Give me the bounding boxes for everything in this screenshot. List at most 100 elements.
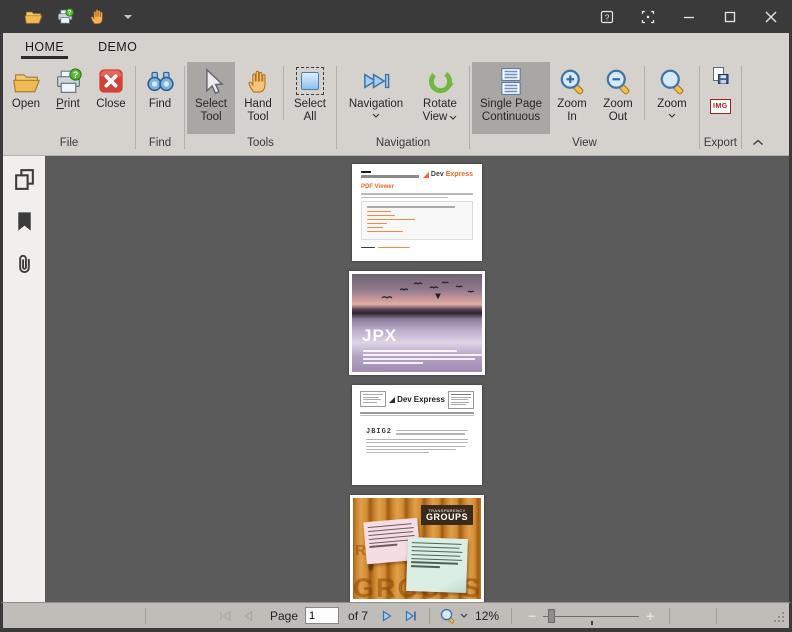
select-tool-button[interactable]: Select Tool — [187, 62, 235, 134]
rotate-view-label: Rotate View — [415, 98, 465, 123]
zoom-out-slider-button[interactable]: − — [528, 609, 536, 623]
zoom-in-button[interactable]: Zoom In — [550, 62, 594, 134]
attachments-icon[interactable] — [11, 250, 37, 276]
page2-title: JPX — [362, 326, 397, 346]
zoom-slider-track[interactable] — [543, 616, 639, 617]
devexpress-logo: DevExpress — [423, 171, 473, 178]
statusbar-separator — [511, 608, 512, 624]
svg-text:?: ? — [72, 69, 78, 79]
ribbon-group-find: Find Find — [138, 60, 182, 155]
cursor-arrow-icon — [197, 65, 225, 97]
print-button[interactable]: ? Print — [47, 62, 89, 134]
display-mode-icon[interactable] — [640, 9, 656, 25]
page-thumbnail-2[interactable]: JPX — [349, 271, 485, 375]
zoom-out-icon — [604, 65, 633, 97]
group-label-file: File — [5, 134, 133, 154]
devexpress-logo-icon — [423, 172, 429, 178]
document-area: DevExpress PDF Viewer — [0, 156, 792, 602]
group-label-view: View — [472, 134, 697, 154]
navigation-button[interactable]: Navigation — [339, 62, 413, 134]
close-document-button[interactable]: Close — [89, 62, 133, 134]
print-button-label: Print — [56, 98, 80, 111]
statusbar-separator — [145, 608, 146, 624]
select-tool-label: Select Tool — [189, 98, 233, 123]
ribbon-group-tools: Select Tool Hand Tool Select All — [187, 60, 334, 155]
zoom-in-label: Zoom In — [552, 98, 592, 123]
hand-tool-button[interactable]: Hand Tool — [235, 62, 281, 134]
open-folder-icon[interactable] — [24, 7, 43, 26]
export-image-button[interactable]: IMG — [710, 99, 731, 114]
statusbar-separator — [429, 608, 430, 624]
page1-heading: PDF Viewer — [361, 184, 473, 190]
single-page-continuous-button[interactable]: Single Page Continuous — [472, 62, 550, 134]
qat-dropdown-arrow[interactable] — [124, 15, 132, 19]
next-page-button[interactable] — [378, 607, 395, 624]
ribbon-group-navigation: Navigation Rotate View Navigation — [339, 60, 467, 155]
hand-tool-label: Hand Tool — [237, 98, 279, 123]
print-accelerator: P — [56, 98, 64, 110]
last-page-button[interactable] — [402, 607, 419, 624]
rotate-view-button[interactable]: Rotate View — [413, 62, 467, 134]
statusbar-separator — [669, 608, 670, 624]
single-page-continuous-icon — [498, 65, 524, 97]
logo-text-dev: Dev — [397, 395, 412, 404]
zoom-slider[interactable] — [543, 608, 639, 624]
logo-text-express: Express — [446, 171, 473, 178]
zoom-dropdown-button[interactable]: Zoom — [647, 62, 697, 134]
page-number-input[interactable] — [305, 607, 339, 624]
hand-tool-icon — [244, 65, 272, 97]
zoom-mode-dropdown[interactable] — [439, 607, 468, 625]
binoculars-icon — [146, 65, 175, 97]
find-button[interactable]: Find — [138, 62, 182, 134]
page-thumbnails-icon[interactable] — [11, 166, 37, 192]
page-thumbnail-3[interactable]: DevExpress JBIG2 — [352, 385, 482, 485]
select-all-icon — [296, 65, 324, 97]
open-button-label: Open — [12, 98, 40, 111]
print-preview-icon[interactable]: ? — [56, 7, 75, 26]
pdf-viewer-window: ? ? — [0, 0, 792, 632]
hand-tool-icon[interactable] — [88, 7, 107, 26]
magnifier-icon — [439, 607, 457, 625]
statusbar-separator — [716, 608, 717, 624]
thumbnail-canvas: DevExpress PDF Viewer — [45, 156, 789, 602]
help-button[interactable]: ? — [599, 9, 615, 25]
page3-left-box — [360, 391, 386, 407]
maximize-button[interactable] — [722, 9, 738, 25]
page-thumbnail-4[interactable]: TRANSPAREN GROUPS TRANSPARENCY GROUPS — [350, 495, 484, 602]
zoom-in-icon — [558, 65, 587, 97]
close-button-label: Close — [96, 98, 125, 111]
bookmarks-icon[interactable] — [11, 208, 37, 234]
first-page-button[interactable] — [216, 607, 233, 624]
group-label-tools: Tools — [187, 134, 334, 154]
page1-feature-box — [361, 201, 473, 240]
zoom-slider-thumb[interactable] — [548, 609, 555, 623]
title-bar: ? ? — [0, 0, 792, 33]
devexpress-logo-icon — [389, 397, 395, 403]
window-resize-grip[interactable] — [770, 608, 785, 623]
ribbon-tabs: HOME DEMO — [3, 33, 789, 60]
zoom-slider-center-tick — [591, 621, 593, 625]
window-controls: ? — [599, 9, 779, 25]
open-button[interactable]: Open — [5, 62, 47, 134]
chevron-down-icon — [449, 115, 457, 120]
close-window-button[interactable] — [763, 9, 779, 25]
page-thumbnail-1[interactable]: DevExpress PDF Viewer — [352, 164, 482, 261]
page-count-label: of 7 — [348, 609, 368, 623]
ribbon-group-export: IMG Export — [702, 60, 739, 155]
select-all-button[interactable]: Select All — [286, 62, 334, 134]
group-separator — [699, 66, 700, 149]
collapse-ribbon-button[interactable] — [752, 133, 764, 151]
tab-home[interactable]: HOME — [23, 33, 66, 60]
minimize-button[interactable] — [681, 9, 697, 25]
export-document-button[interactable] — [710, 66, 730, 91]
tab-demo[interactable]: DEMO — [96, 33, 139, 60]
export-document-icon — [710, 66, 730, 86]
ribbon-group-file: Open ? Print — [5, 60, 133, 155]
find-button-label: Find — [149, 98, 171, 111]
group-separator — [135, 66, 136, 149]
badge-line2: GROUPS — [426, 513, 468, 522]
zoom-out-button[interactable]: Zoom Out — [594, 62, 642, 134]
logo-text-dev: Dev — [431, 171, 444, 178]
zoom-in-slider-button[interactable]: + — [646, 609, 654, 623]
previous-page-button[interactable] — [239, 607, 256, 624]
